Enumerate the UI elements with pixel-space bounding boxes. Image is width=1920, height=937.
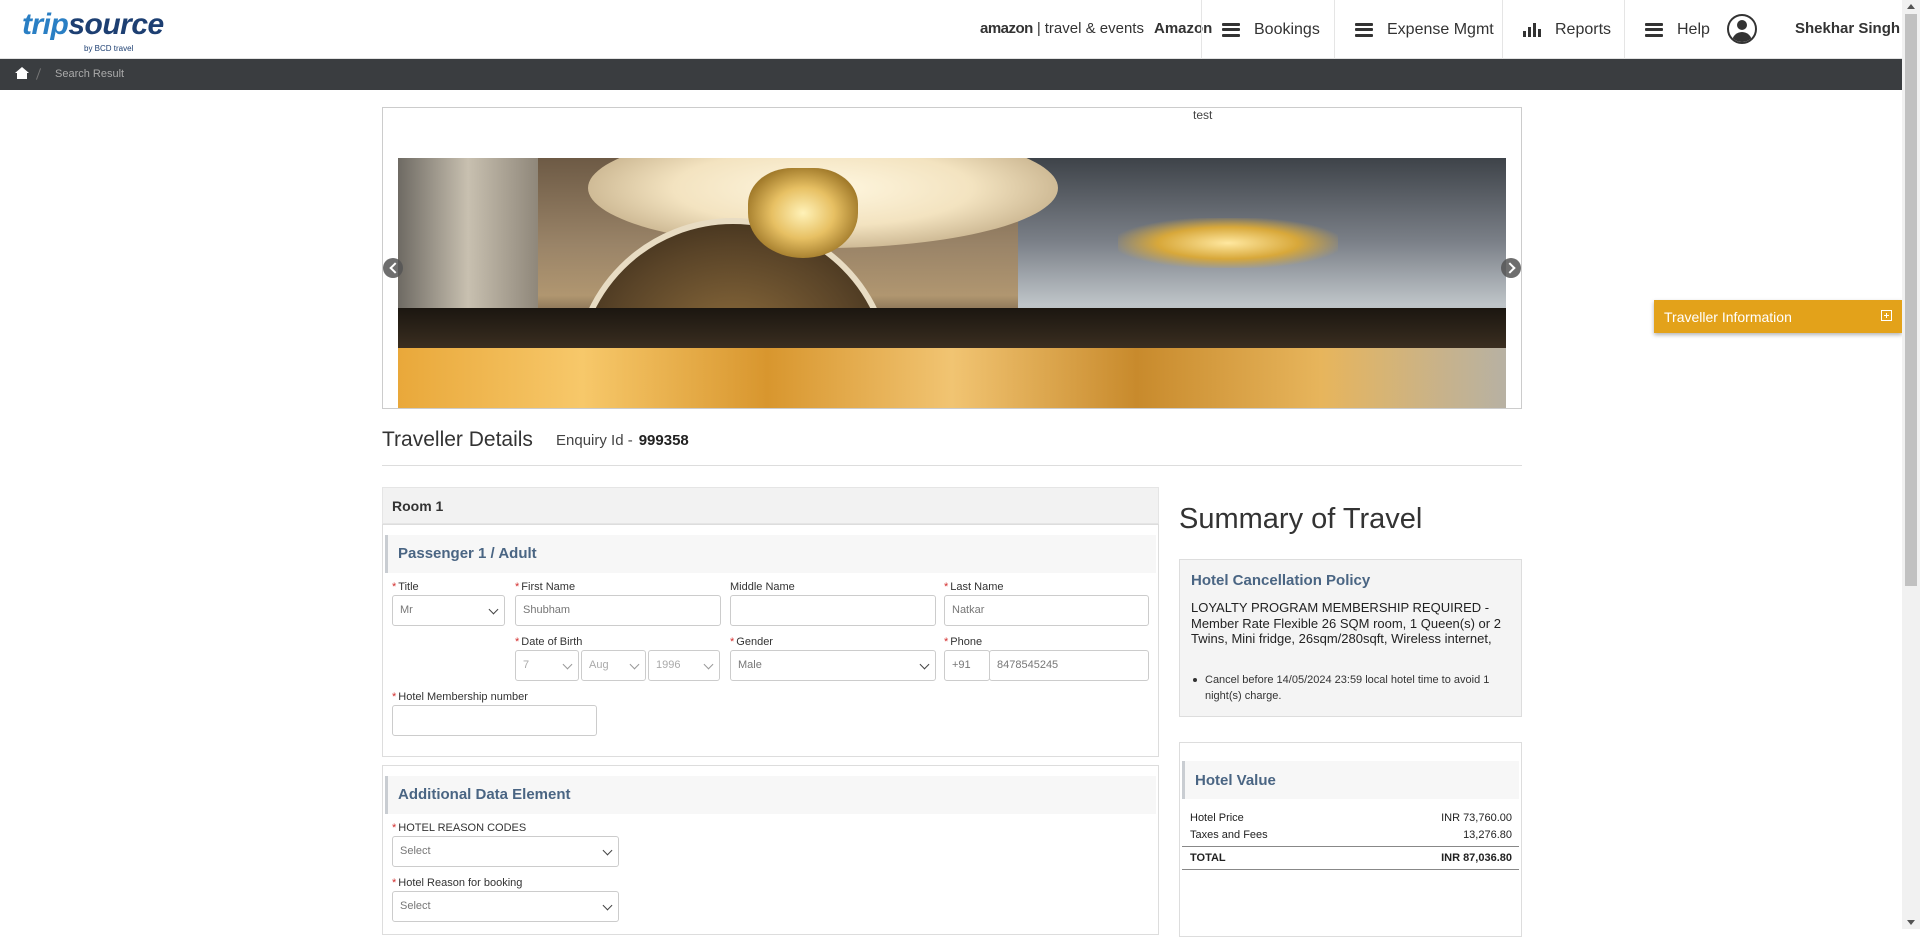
total-value: INR 87,036.80 [1441, 852, 1512, 864]
page-scrollbar[interactable] [1902, 0, 1920, 929]
title-label: * Title [392, 581, 419, 593]
middle-name-input[interactable] [730, 595, 936, 626]
traveller-information-label: Traveller Information [1664, 309, 1792, 325]
nav-reports[interactable]: Reports [1502, 0, 1631, 59]
carousel-caption: test [1193, 108, 1213, 122]
chevron-down-icon [488, 604, 499, 615]
logo-subtext: by BCD travel [84, 44, 134, 53]
breadcrumb-current[interactable]: Search Result [55, 68, 124, 80]
dob-year-select[interactable]: 1996 [648, 650, 720, 681]
reason-codes-label: * HOTEL REASON CODES [392, 822, 527, 834]
additional-data-form: Additional Data Element * HOTEL REASON CO… [382, 765, 1159, 935]
last-name-input[interactable]: Natkar [944, 595, 1149, 626]
user-avatar-icon[interactable] [1727, 14, 1757, 44]
carousel-prev-icon[interactable] [383, 258, 403, 278]
menu-icon [1355, 22, 1373, 37]
total-row: TOTAL INR 87,036.80 [1190, 852, 1512, 864]
breadcrumb: Search Result [0, 59, 1902, 90]
home-icon[interactable] [15, 67, 29, 79]
traveller-information-tab[interactable]: Traveller Information [1654, 300, 1902, 333]
price-row: Hotel Price INR 73,760.00 [1190, 812, 1512, 824]
menu-icon [1645, 22, 1663, 37]
nav-help[interactable]: Help [1624, 0, 1730, 59]
nav-label: Bookings [1254, 20, 1320, 38]
nav-expense-mgmt[interactable]: Expense Mgmt [1334, 0, 1514, 59]
membership-input[interactable] [392, 705, 597, 736]
policy-bullet: Cancel before 14/05/2024 23:59 local hot… [1191, 672, 1516, 704]
dob-label: * Date of Birth [515, 636, 583, 648]
phone-label: * Phone [944, 636, 983, 648]
tripsource-logo[interactable]: tripsource by BCD travel [22, 8, 164, 53]
first-name-input[interactable]: Shubham [515, 595, 721, 626]
enquiry-value: 999358 [638, 432, 689, 449]
cancellation-policy: Hotel Cancellation Policy LOYALTY PROGRA… [1179, 559, 1522, 717]
taxes-row: Taxes and Fees 13,276.80 [1190, 829, 1512, 841]
passenger-form: Passenger 1 / Adult * Title * First Name M… [382, 524, 1159, 757]
taxes-label: Taxes and Fees [1190, 829, 1268, 841]
taxes-value: 13,276.80 [1463, 829, 1512, 841]
additional-data-heading: Additional Data Element [385, 776, 1156, 814]
middle-name-label: Middle Name [730, 581, 795, 593]
last-name-label: * Last Name [944, 581, 1004, 593]
amazon-brand: amazon [980, 20, 1033, 37]
room-title: Room 1 [382, 487, 1159, 524]
bar-chart-icon [1523, 22, 1541, 37]
amazon-tagline: travel & events [1044, 20, 1144, 37]
price-value: INR 73,760.00 [1441, 812, 1512, 824]
hotel-value: Hotel Value Hotel Price INR 73,760.00 Ta… [1179, 742, 1522, 937]
title-select[interactable]: Mr [392, 595, 505, 626]
hotel-value-heading: Hotel Value [1182, 761, 1519, 799]
chevron-down-icon [919, 659, 930, 670]
membership-label: * Hotel Membership number [392, 691, 528, 703]
logo-text-trip: trip [22, 8, 69, 41]
reason-booking-select[interactable]: Select [392, 891, 619, 922]
divider [382, 465, 1522, 466]
hotel-image-carousel: test [382, 107, 1522, 409]
divider [1182, 846, 1519, 847]
nav-label: Reports [1555, 20, 1612, 38]
dob-month-select[interactable]: Aug [581, 650, 646, 681]
reason-booking-label: * Hotel Reason for booking [392, 877, 523, 889]
scroll-up-icon[interactable] [1907, 4, 1915, 9]
scroll-thumb[interactable] [1905, 14, 1917, 586]
policy-text: LOYALTY PROGRAM MEMBERSHIP REQUIRED - Me… [1191, 600, 1501, 646]
dob-day-select[interactable]: 7 [515, 650, 579, 681]
user-name[interactable]: Shekhar Singh [1795, 20, 1900, 37]
first-name-label: * First Name [515, 581, 576, 593]
chevron-down-icon [703, 659, 714, 670]
nav-label: Expense Mgmt [1387, 20, 1494, 38]
carousel-next-icon[interactable] [1501, 258, 1521, 278]
nav-bookings[interactable]: Bookings [1201, 0, 1340, 59]
nav-label: Help [1677, 20, 1710, 38]
chevron-down-icon [602, 900, 613, 911]
enquiry-label: Enquiry Id - [556, 432, 633, 449]
phone-number-input[interactable]: 8478545245 [989, 650, 1149, 681]
scroll-down-icon[interactable] [1907, 920, 1915, 925]
gender-label: * Gender [730, 636, 773, 648]
gender-select[interactable]: Male [730, 650, 936, 681]
summary-title: Summary of Travel [1179, 503, 1423, 535]
passenger-heading: Passenger 1 / Adult [385, 535, 1156, 573]
menu-icon [1222, 22, 1240, 37]
logo-text-source: source [68, 8, 164, 41]
top-header: tripsource by BCD travel amazon | travel &… [0, 0, 1902, 59]
chevron-down-icon [629, 659, 640, 670]
policy-title: Hotel Cancellation Policy [1191, 572, 1371, 589]
phone-country-code[interactable]: +91 [944, 650, 990, 681]
breadcrumb-separator [35, 68, 42, 80]
page-title: Traveller Details [382, 428, 533, 451]
divider [1182, 869, 1519, 870]
total-label: TOTAL [1190, 852, 1226, 864]
expand-plus-icon[interactable] [1881, 310, 1892, 321]
price-label: Hotel Price [1190, 812, 1244, 824]
enquiry-id: Enquiry Id - 999358 [556, 432, 689, 449]
reason-codes-select[interactable]: Select [392, 836, 619, 867]
chevron-down-icon [602, 845, 613, 856]
hotel-lobby-image [398, 158, 1506, 408]
chevron-down-icon [562, 659, 573, 670]
client-brand: amazon | travel & events Amazon [980, 20, 1213, 37]
